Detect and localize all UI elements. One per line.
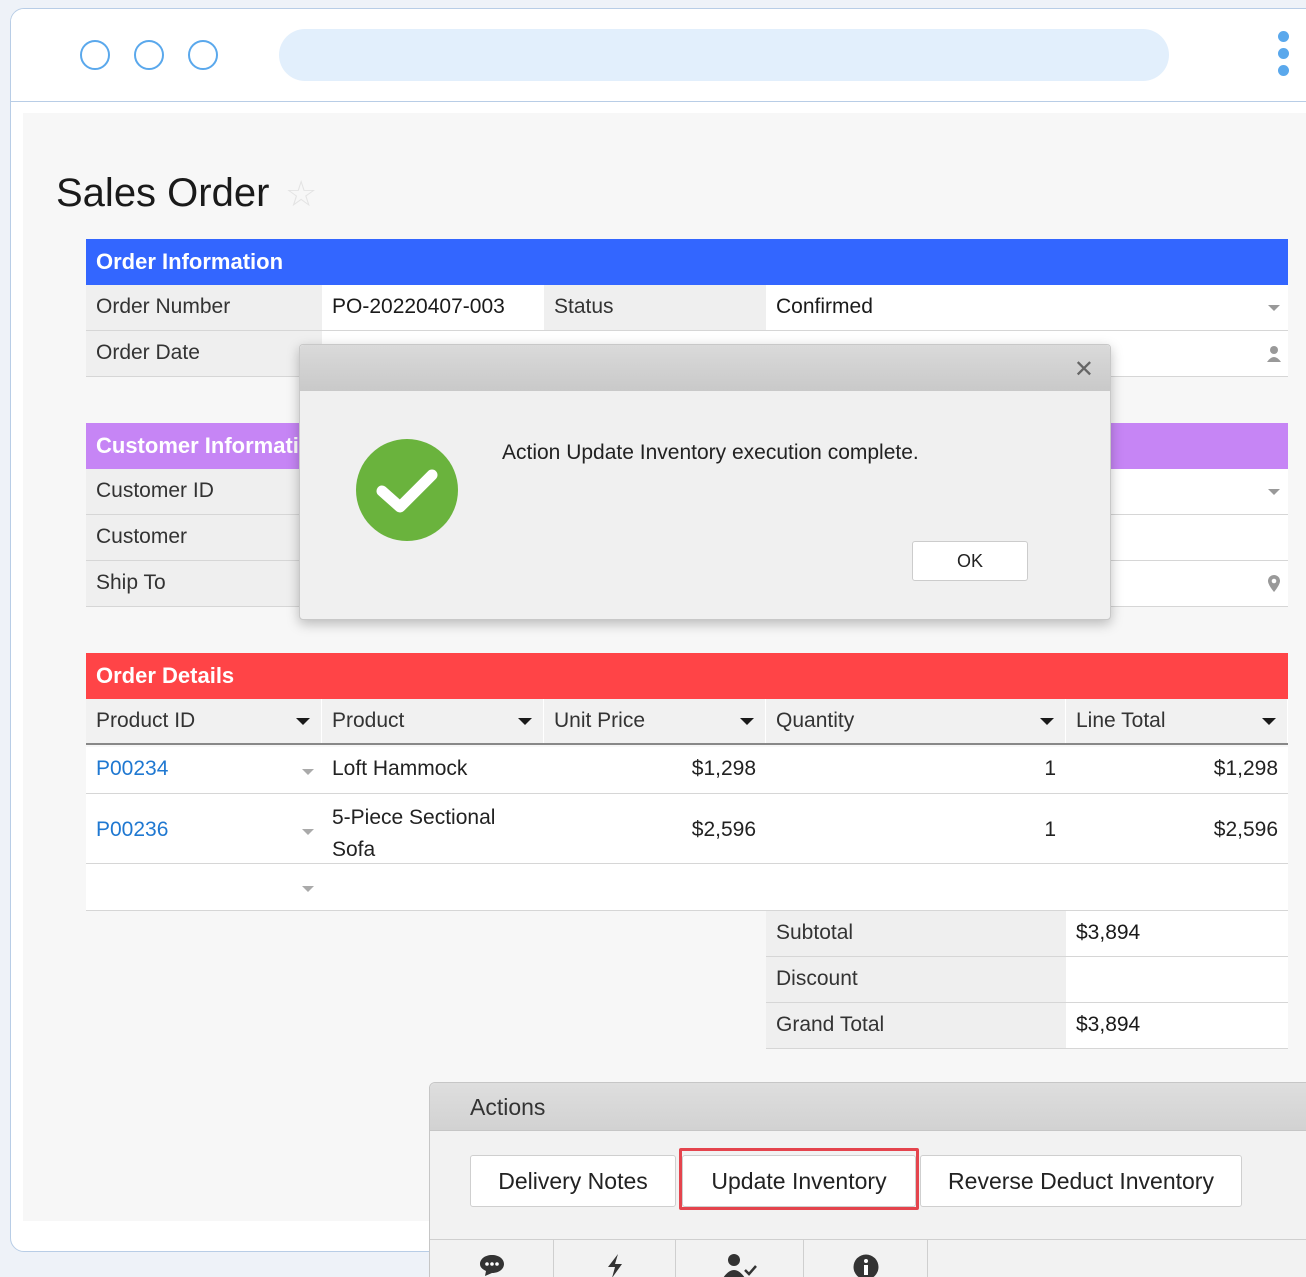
grand-total-value: $3,894 xyxy=(1066,1003,1288,1048)
order-date-label: Order Date xyxy=(86,331,322,376)
product-name: Loft Hammock xyxy=(332,757,468,780)
status-label: Status xyxy=(544,285,766,330)
success-dialog: ✕ Action Update Inventory execution comp… xyxy=(299,344,1111,620)
actions-panel: Actions Delivery Notes Update Inventory … xyxy=(429,1082,1306,1277)
table-row[interactable]: P00236 5-Piece Sectional Sofa $2,596 1 $… xyxy=(86,794,1288,864)
discount-row: Discount xyxy=(766,957,1288,1003)
column-sort-icon[interactable] xyxy=(1040,718,1054,725)
map-pin-icon[interactable] xyxy=(1268,575,1280,593)
customer-id-label: Customer ID xyxy=(86,469,322,514)
favorite-star-icon[interactable]: ☆ xyxy=(285,173,317,215)
column-sort-icon[interactable] xyxy=(1262,718,1276,725)
column-header-label: Product xyxy=(332,709,405,732)
window-control-minimize[interactable] xyxy=(134,40,164,70)
status-dropdown-icon[interactable] xyxy=(1268,305,1280,311)
highlight-box xyxy=(679,1148,919,1210)
product-name: 5-Piece Sectional Sofa xyxy=(322,794,544,863)
window-control-close[interactable] xyxy=(80,40,110,70)
column-sort-icon[interactable] xyxy=(740,718,754,725)
column-header-label: Quantity xyxy=(776,709,855,732)
user-check-button[interactable] xyxy=(676,1240,804,1277)
grand-total-row: Grand Total $3,894 xyxy=(766,1003,1288,1049)
discount-value[interactable] xyxy=(1066,957,1288,1002)
user-check-icon xyxy=(723,1254,757,1277)
customer-id-dropdown-icon[interactable] xyxy=(1268,489,1280,495)
comment-button[interactable] xyxy=(430,1240,554,1277)
info-button[interactable] xyxy=(804,1240,928,1277)
reverse-deduct-inventory-button[interactable]: Reverse Deduct Inventory xyxy=(920,1155,1242,1207)
product-id-dropdown-icon[interactable] xyxy=(302,829,314,835)
dialog-message: Action Update Inventory execution comple… xyxy=(502,441,919,464)
discount-label: Discount xyxy=(766,957,1066,1002)
comment-icon xyxy=(479,1255,504,1276)
info-icon xyxy=(853,1254,878,1277)
order-information-header: Order Information xyxy=(86,239,1288,285)
column-header-label: Product ID xyxy=(96,709,196,732)
grand-total-label: Grand Total xyxy=(766,1003,1066,1048)
customer-label: Customer xyxy=(86,515,322,560)
address-bar[interactable] xyxy=(279,29,1169,81)
browser-window: Sales Order ☆ Order Information Order Nu… xyxy=(10,8,1306,1252)
subtotal-label: Subtotal xyxy=(766,911,1066,956)
column-header-product-id[interactable]: Product ID xyxy=(86,699,322,743)
line-total: $1,298 xyxy=(1213,757,1278,780)
lightning-icon xyxy=(607,1254,622,1277)
product-id-link[interactable]: P00236 xyxy=(86,794,322,863)
subtotal-value: $3,894 xyxy=(1066,911,1288,956)
status-select[interactable]: Confirmed xyxy=(766,285,1288,330)
column-header-quantity[interactable]: Quantity xyxy=(766,699,1066,743)
user-icon[interactable] xyxy=(1266,345,1282,363)
ok-button[interactable]: OK xyxy=(912,541,1028,581)
close-icon[interactable]: ✕ xyxy=(1074,355,1094,384)
column-sort-icon[interactable] xyxy=(296,718,310,725)
product-id-dropdown-icon[interactable] xyxy=(302,886,314,892)
product-name-line: Sofa xyxy=(332,838,376,861)
order-number-label: Order Number xyxy=(86,285,322,330)
column-sort-icon[interactable] xyxy=(518,718,532,725)
order-details-header: Order Details xyxy=(86,653,1288,699)
dialog-titlebar: ✕ xyxy=(300,345,1110,391)
product-id-link[interactable]: P00234 xyxy=(86,747,322,792)
actions-header: Actions xyxy=(430,1083,1306,1131)
order-number-value[interactable]: PO-20220407-003 xyxy=(322,285,544,330)
lightning-button[interactable] xyxy=(554,1240,676,1277)
quantity[interactable]: 1 xyxy=(766,794,1066,863)
column-header-label: Line Total xyxy=(1076,709,1166,732)
product-name-line: 5-Piece Sectional xyxy=(332,806,496,829)
column-header-product[interactable]: Product xyxy=(322,699,544,743)
page-content: Sales Order ☆ Order Information Order Nu… xyxy=(23,113,1306,1221)
product-id-dropdown-icon[interactable] xyxy=(302,769,314,775)
quantity[interactable]: 1 xyxy=(766,747,1066,792)
column-header-unit-price[interactable]: Unit Price xyxy=(544,699,766,743)
ship-to-label: Ship To xyxy=(86,561,322,606)
kebab-menu-icon[interactable] xyxy=(1278,31,1292,81)
column-header-line-total[interactable]: Line Total xyxy=(1066,699,1288,743)
subtotal-row: Subtotal $3,894 xyxy=(766,911,1288,957)
table-row[interactable]: P00234 Loft Hammock $1,298 1 $1,298 xyxy=(86,747,1288,794)
window-control-maximize[interactable] xyxy=(188,40,218,70)
browser-titlebar xyxy=(11,9,1306,102)
order-details-column-headers: Product ID Product Unit Price Quantity L… xyxy=(86,699,1288,745)
line-total: $2,596 xyxy=(1213,818,1278,841)
table-row-empty[interactable] xyxy=(86,864,1288,911)
unit-price: $2,596 xyxy=(691,818,756,841)
order-number-row: Order Number PO-20220407-003 Status Conf… xyxy=(86,285,1288,331)
actions-toolbar xyxy=(430,1239,1306,1277)
column-header-label: Unit Price xyxy=(554,709,646,732)
page-title: Sales Order xyxy=(56,171,270,215)
unit-price: $1,298 xyxy=(691,757,756,780)
actions-title: Actions xyxy=(470,1094,546,1120)
delivery-notes-button[interactable]: Delivery Notes xyxy=(470,1155,676,1207)
check-icon xyxy=(356,439,458,541)
